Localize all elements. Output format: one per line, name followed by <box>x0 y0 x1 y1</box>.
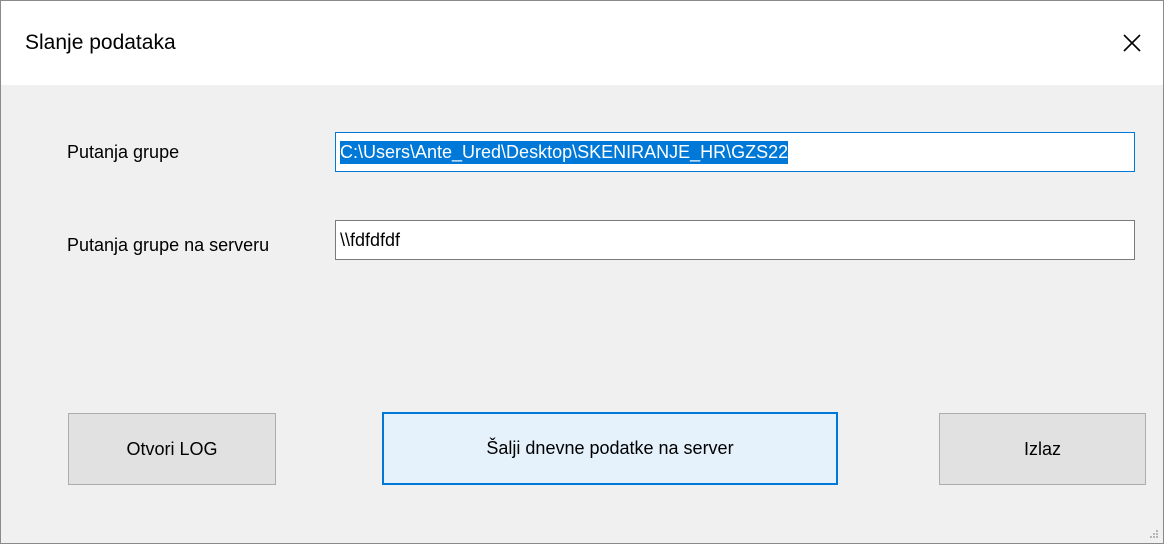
exit-button[interactable]: Izlaz <box>939 413 1146 485</box>
close-icon <box>1123 34 1141 52</box>
open-log-button[interactable]: Otvori LOG <box>68 413 276 485</box>
send-daily-data-button[interactable]: Šalji dnevne podatke na server <box>382 412 838 485</box>
group-path-label: Putanja grupe <box>67 142 180 162</box>
server-path-value: \\fdfdfdf <box>340 229 401 250</box>
server-path-input[interactable]: \\fdfdfdf <box>335 220 1135 260</box>
title-bar[interactable]: Slanje podataka <box>1 1 1163 85</box>
resize-grip-icon[interactable] <box>1149 529 1159 539</box>
group-path-value: C:\Users\Ante_Ured\Desktop\SKENIRANJE_HR… <box>340 140 789 164</box>
window-title: Slanje podataka <box>25 31 176 54</box>
close-button[interactable] <box>1101 1 1163 85</box>
server-path-label: Putanja grupe na serveru <box>67 235 270 255</box>
dialog-window: Slanje podataka Putanja grupe C:\Users\A… <box>0 0 1164 544</box>
group-path-input[interactable]: C:\Users\Ante_Ured\Desktop\SKENIRANJE_HR… <box>335 132 1135 172</box>
